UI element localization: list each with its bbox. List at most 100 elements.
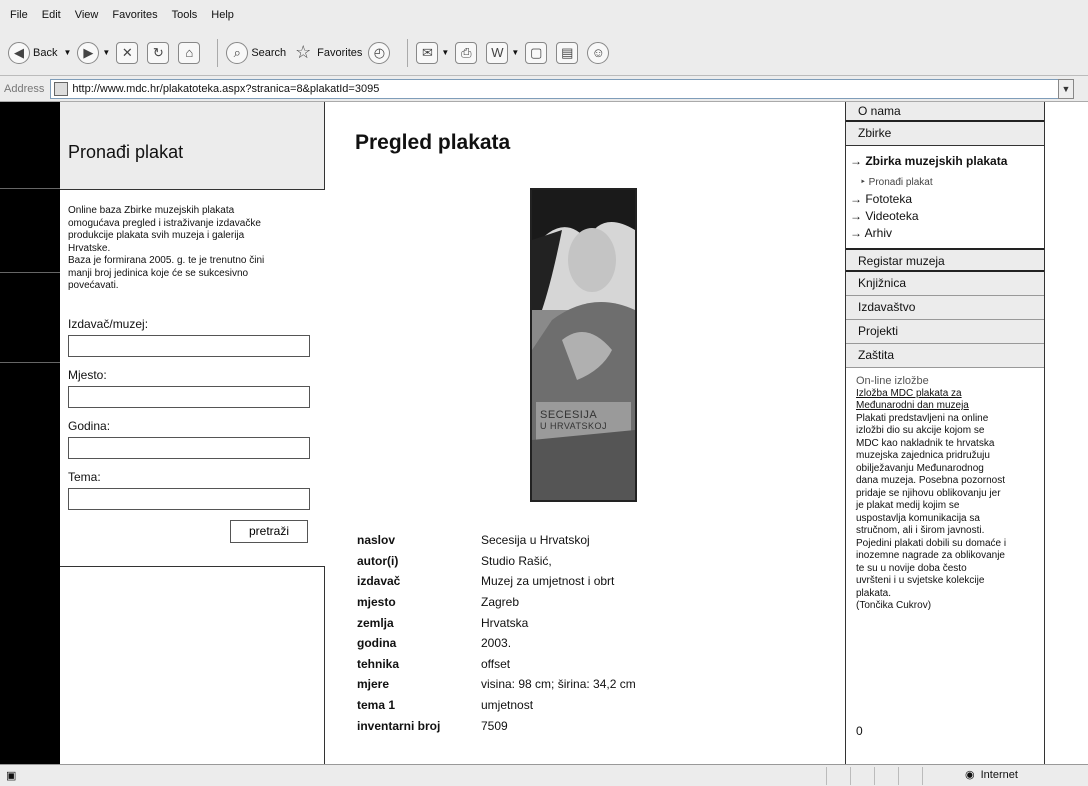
detail-value: Secesija u Hrvatskoj <box>481 533 590 548</box>
publisher-label: Izdavač/muzej: <box>68 316 149 331</box>
print-icon: ⎙ <box>455 41 478 64</box>
intro-line: manji broj jedinica koje će se sukcesivn… <box>68 267 249 279</box>
page-icon <box>54 81 69 96</box>
address-url: http://www.mdc.hr/plakatoteka.aspx?stran… <box>72 82 380 95</box>
detail-key: tema 1 <box>357 698 396 713</box>
research-button[interactable]: ▤ <box>556 41 581 64</box>
menu-file[interactable]: File <box>4 9 36 21</box>
left-decorative-bar <box>0 102 60 764</box>
search-button[interactable]: ⌕ Search <box>226 41 286 64</box>
toolbar: ◀ Back ▼ ▶ ▼ ✕ ↻ ⌂ ⌕ Search ☆ Favorites … <box>0 30 1088 75</box>
messenger-icon: ☺ <box>587 41 610 64</box>
address-label: Address <box>4 82 45 95</box>
discuss-button[interactable]: ▢ <box>525 41 550 64</box>
toolbar-separator <box>407 38 409 67</box>
stop-button[interactable]: ✕ <box>116 41 141 64</box>
forward-button[interactable]: ▶ ▼ <box>77 41 110 64</box>
home-button[interactable]: ⌂ <box>178 41 203 64</box>
exhibition-link-line: Međunarodni dan muzeja <box>856 400 969 411</box>
nav-library[interactable]: Knjižnica <box>846 272 1044 296</box>
history-button[interactable]: ◴ <box>368 41 393 64</box>
counter: 0 <box>856 724 863 738</box>
search-form: Izdavač/muzej: Mjesto: Godina: Tema: <box>60 317 325 510</box>
page-status-icon: ▣ <box>6 770 17 782</box>
table-row: tema 1 umjetnost <box>357 695 636 716</box>
print-button[interactable]: ⎙ <box>455 41 480 64</box>
address-field[interactable]: http://www.mdc.hr/plakatoteka.aspx?stran… <box>50 78 1061 99</box>
address-dropdown-icon[interactable]: ▼ <box>1058 79 1074 99</box>
detail-key: inventarni broj <box>357 718 441 733</box>
nav-protection[interactable]: Zaštita <box>846 344 1044 368</box>
submenu-photo-library[interactable]: → Fototeka <box>846 191 1044 208</box>
intro-line: Online baza Zbirke muzejskih plakata <box>68 205 235 216</box>
edit-dropdown-icon[interactable]: ▼ <box>511 48 519 57</box>
topic-input[interactable] <box>68 487 310 510</box>
detail-value: Muzej za umjetnost i obrt <box>481 574 615 589</box>
menu-view[interactable]: View <box>69 9 107 21</box>
mail-button[interactable]: ✉ ▼ <box>416 41 449 64</box>
search-icon: ⌕ <box>226 41 249 64</box>
nav-collections[interactable]: Zbirke <box>846 122 1044 146</box>
submenu-poster-collection[interactable]: → Zbirka muzejskih plakata <box>846 148 1044 174</box>
refresh-icon: ↻ <box>147 41 170 64</box>
exhibition-text-line: izložbi dio su akcije kojom se <box>856 425 985 436</box>
exhibition-text: Plakati predstavljeni na online izložbi … <box>856 413 1034 613</box>
menu-help[interactable]: Help <box>205 9 242 21</box>
mail-dropdown-icon[interactable]: ▼ <box>441 48 449 57</box>
nav-projects[interactable]: Projekti <box>846 320 1044 344</box>
nav-about[interactable]: O nama <box>846 102 1044 122</box>
poster-art-icon <box>532 190 635 500</box>
poster-image: SECESIJA U HRVATSKOJ <box>530 188 637 502</box>
table-row: mjesto Zagreb <box>357 592 636 613</box>
detail-key: tehnika <box>357 656 400 671</box>
back-arrow-icon: ◀ <box>8 41 30 64</box>
nav-museum-register[interactable]: Registar muzeja <box>846 248 1044 272</box>
search-panel-header: Pronađi plakat <box>60 102 325 190</box>
exhibition-link[interactable]: Izložba MDC plakata za Međunarodni dan m… <box>856 388 1034 413</box>
place-input[interactable] <box>68 385 310 408</box>
divider <box>0 362 60 363</box>
history-icon: ◴ <box>368 41 391 64</box>
submenu-archive[interactable]: → Arhiv <box>846 225 1044 242</box>
table-row: izdavač Muzej za umjetnost i obrt <box>357 571 636 592</box>
forward-dropdown-icon[interactable]: ▼ <box>102 48 110 57</box>
refresh-button[interactable]: ↻ <box>147 41 172 64</box>
year-input[interactable] <box>68 436 310 459</box>
detail-value: Zagreb <box>481 595 520 610</box>
intro-line: produkcije plakata svih muzeja i galerij… <box>68 230 245 241</box>
search-submit-button[interactable]: pretraži <box>230 520 308 543</box>
submenu-video-library[interactable]: → Videoteka <box>846 208 1044 225</box>
forward-arrow-icon: ▶ <box>77 41 100 64</box>
submenu-find-poster[interactable]: ‣ Pronađi plakat <box>846 174 1044 191</box>
search-panel-title: Pronađi plakat <box>68 142 184 162</box>
status-cell <box>898 766 899 785</box>
poster-line: SECESIJA <box>540 409 598 421</box>
stop-icon: ✕ <box>116 41 139 64</box>
back-button[interactable]: ◀ Back ▼ <box>8 41 71 64</box>
exhibition-link-line: Izložba MDC plakata za <box>856 387 962 399</box>
menu-tools[interactable]: Tools <box>166 9 206 21</box>
edit-button[interactable]: W ▼ <box>486 41 519 64</box>
status-bar: ▣ ◉ Internet <box>0 764 1088 786</box>
exhibition-text-line: dana muzeja. Posebna pozornost <box>856 475 1005 486</box>
detail-value: 7509 <box>481 718 508 733</box>
search-panel: Pronađi plakat Online baza Zbirke muzejs… <box>60 102 325 766</box>
back-label: Back <box>33 46 58 59</box>
intro-line: povećavati. <box>68 280 119 291</box>
status-cell <box>874 766 875 785</box>
edit-icon: W <box>486 41 509 64</box>
favorites-label: Favorites <box>317 46 363 59</box>
publisher-input[interactable] <box>68 334 310 357</box>
intro-line: Baza je formirana 2005. g. te je trenutn… <box>68 255 265 266</box>
poster-details-table: naslov Secesija u Hrvatskoj autor(i) Studi… <box>357 530 636 736</box>
page-title: Pregled plakata <box>355 131 511 154</box>
menu-favorites[interactable]: Favorites <box>106 9 165 21</box>
messenger-button[interactable]: ☺ <box>587 41 612 64</box>
table-row: inventarni broj 7509 <box>357 715 636 736</box>
poster-line: U HRVATSKOJ <box>540 421 608 431</box>
menu-edit[interactable]: Edit <box>36 9 69 21</box>
favorites-button[interactable]: ☆ Favorites <box>292 42 362 64</box>
nav-publishing[interactable]: Izdavaštvo <box>846 296 1044 320</box>
back-dropdown-icon[interactable]: ▼ <box>63 48 71 57</box>
home-icon: ⌂ <box>178 41 201 64</box>
